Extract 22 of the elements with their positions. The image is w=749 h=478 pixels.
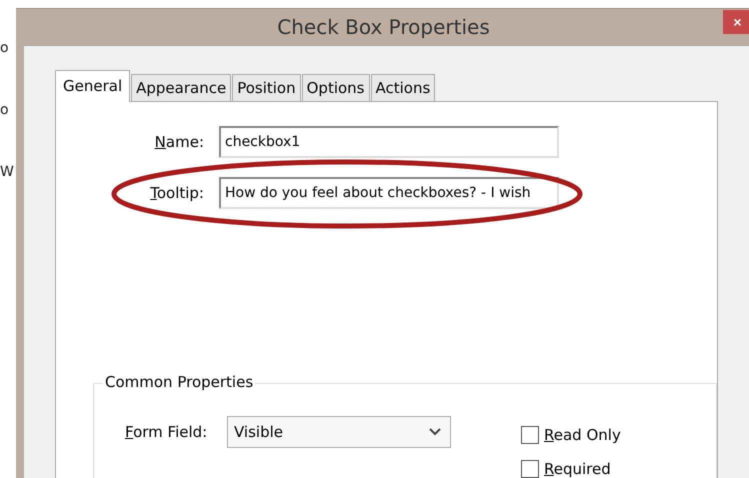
text-field[interactable]: How do you feel about checkboxes? - I wish <box>219 177 559 209</box>
checkbox[interactable] <box>521 460 539 478</box>
field-label: Tooltip: <box>149 184 205 202</box>
tab[interactable]: Appearance <box>131 74 232 102</box>
tab[interactable]: Options <box>302 74 370 102</box>
background-text: W <box>0 163 14 182</box>
checkbox-label: Read Only <box>544 426 621 444</box>
checkbox[interactable] <box>521 426 539 444</box>
form-field-dropdown[interactable]: Visible <box>227 416 451 448</box>
tab[interactable]: Actions <box>370 74 436 102</box>
field-label: Form Field: <box>125 422 208 443</box>
window-title: Check Box Properties <box>276 15 491 39</box>
field-label: Name: <box>154 133 205 151</box>
checkbox-label: Required <box>544 460 611 478</box>
caret-icon <box>428 427 442 437</box>
tab[interactable]: Position <box>232 74 301 102</box>
background-text: o <box>0 101 9 120</box>
tab[interactable]: General <box>55 70 130 102</box>
group-title: Common Properties <box>103 373 256 391</box>
background-text: o <box>0 39 9 58</box>
text-field[interactable]: checkbox1 <box>219 126 559 158</box>
close-button[interactable]: × <box>723 10 749 34</box>
